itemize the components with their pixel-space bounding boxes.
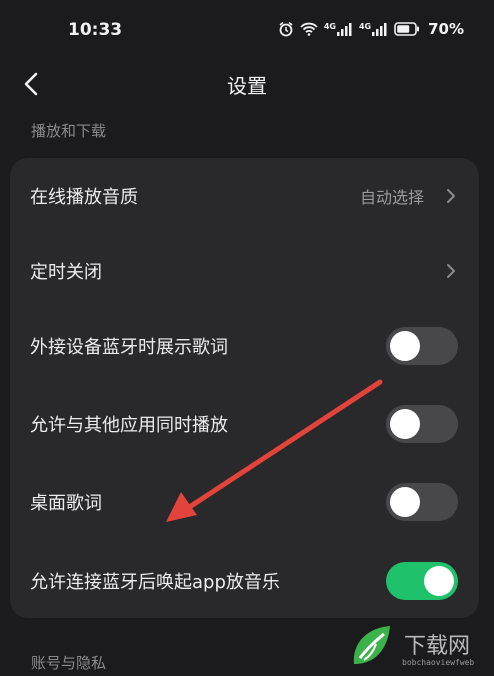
status-time: 10:33 <box>68 20 123 40</box>
row-bluetooth-lyrics: 外接设备蓝牙时展示歌词 <box>10 313 479 379</box>
section-title-playback: 播放和下载 <box>31 122 107 140</box>
toggle-knob <box>424 566 454 596</box>
watermark-text: 下载网 <box>404 634 471 659</box>
row-bluetooth-autoplay: 允许连接蓝牙后唤起app放音乐 <box>10 548 479 614</box>
row-label: 允许与其他应用同时播放 <box>30 415 228 436</box>
row-sleep-timer[interactable]: 定时关闭 <box>10 238 479 304</box>
watermark: 下载网 bobchaoviewfweb <box>340 618 490 674</box>
row-online-playback-quality[interactable]: 在线播放音质 自动选择 <box>10 163 479 229</box>
toggle-bluetooth-lyrics[interactable] <box>386 327 458 365</box>
row-label: 桌面歌词 <box>30 493 102 514</box>
alarm-icon <box>278 21 294 37</box>
wifi-icon <box>300 22 318 36</box>
chevron-right-icon <box>447 264 455 278</box>
header: 设置 <box>0 60 494 108</box>
row-label: 允许连接蓝牙后唤起app放音乐 <box>30 572 280 593</box>
status-bar: 10:33 4G 4G 70% <box>0 0 494 60</box>
row-mix-with-other-apps: 允许与其他应用同时播放 <box>10 391 479 457</box>
battery-icon <box>394 22 420 36</box>
signal-icon-sim1: 4G <box>324 22 353 36</box>
row-value: 自动选择 <box>359 188 424 207</box>
battery-percentage: 70% <box>428 20 464 38</box>
toggle-mix-with-other-apps[interactable] <box>386 405 458 443</box>
watermark-subtext: bobchaoviewfweb <box>402 658 475 667</box>
section-title-privacy: 账号与隐私 <box>31 654 107 672</box>
toggle-bluetooth-autoplay[interactable] <box>386 562 458 600</box>
toggle-knob <box>390 331 420 361</box>
status-icons: 4G 4G 70% <box>278 20 464 38</box>
settings-card-playback: 在线播放音质 自动选择 定时关闭 外接设备蓝牙时展示歌词 允许与其他应用同时播放… <box>10 158 479 618</box>
row-label: 在线播放音质 <box>30 187 138 208</box>
row-label: 外接设备蓝牙时展示歌词 <box>30 337 228 358</box>
row-label: 定时关闭 <box>30 262 102 283</box>
toggle-desktop-lyrics[interactable] <box>386 483 458 521</box>
chevron-right-icon <box>447 189 455 203</box>
leaf-logo-icon <box>353 626 390 664</box>
signal-icon-sim2: 4G <box>359 22 388 36</box>
page-title: 设置 <box>227 74 267 98</box>
row-desktop-lyrics: 桌面歌词 <box>10 469 479 535</box>
toggle-knob <box>390 487 420 517</box>
toggle-knob <box>390 409 420 439</box>
